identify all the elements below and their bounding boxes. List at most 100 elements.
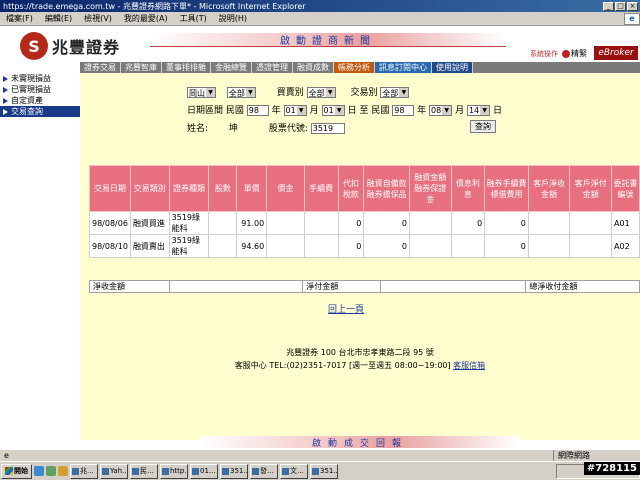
total-net-label: 總淨收付金額 — [529, 282, 578, 291]
brand-logo[interactable]: S 兆豐證券 — [20, 32, 120, 60]
task-button[interactable]: 351... — [220, 463, 248, 479]
home-icon — [562, 49, 570, 58]
cell-margin — [408, 211, 452, 235]
net-pay-value — [381, 281, 527, 292]
status-bar: e 網際網路 — [0, 449, 640, 461]
start-button[interactable]: 開始 — [1, 463, 32, 479]
trade-table: 交易日期 交易類別 證券種類 股數 單價 價金 手續費 代扣稅款 融資自備款融券… — [89, 165, 640, 258]
stock-code-input[interactable]: 3519 — [310, 123, 345, 134]
query-button[interactable]: 查詢 — [470, 120, 496, 133]
ie-logo-icon: e — [624, 12, 640, 25]
window-title-bar: https://trade.emega.com.tw - 兆豐證券網路下單* -… — [0, 0, 640, 12]
menu-file[interactable]: 檔案(F) — [6, 13, 33, 24]
ticket-type-select[interactable]: 全部 — [306, 87, 336, 98]
ebroker-button[interactable]: eBroker — [594, 46, 638, 60]
quick-launch-desktop-icon[interactable] — [46, 466, 56, 476]
cell-amount — [266, 234, 305, 258]
cell-short-fee: 0 — [484, 234, 529, 258]
menu-edit[interactable]: 編輯(E) — [45, 13, 72, 24]
from-day-select[interactable]: 01 — [321, 105, 345, 116]
task-label: 351... — [230, 467, 248, 475]
sidebar-item-unrealized[interactable]: 未實現損益 — [0, 73, 80, 84]
col-self-fund: 融資自備款融券擔保品 — [363, 165, 410, 212]
home-label: 精緊 — [571, 49, 587, 58]
footer-address: 兆豐證券 100 台北市忠孝東路二段 95 號 — [286, 348, 434, 357]
cell-price: 91.00 — [236, 211, 268, 235]
task-button[interactable]: 文... — [280, 463, 308, 479]
quick-launch-ie-icon[interactable] — [34, 466, 44, 476]
nav-securities-trading[interactable]: 證券交易 — [80, 62, 121, 73]
from-month-select[interactable]: 01 — [283, 105, 307, 116]
task-button[interactable]: 兆... — [70, 463, 98, 479]
task-button[interactable]: Yah... — [100, 463, 128, 479]
close-button[interactable]: × — [627, 1, 638, 11]
app-icon — [72, 467, 79, 475]
windows-flag-icon — [5, 467, 13, 475]
footer-service: 客服中心 TEL:(02)2351-7017 [週一至週五 08:00~19:0… — [234, 361, 451, 370]
internet-zone: 網際網路 — [553, 450, 590, 461]
service-mailbox-link[interactable]: 客服信箱 — [453, 361, 485, 370]
sidebar-item-custom-assets[interactable]: 自定資產 — [0, 95, 80, 106]
sidebar-item-trade-query[interactable]: 交易查詢 — [0, 106, 80, 117]
nav-certificate[interactable]: 憑證管理 — [252, 62, 293, 73]
to-year-input[interactable]: 98 — [392, 105, 415, 116]
ticket-type-label: 買賣別 — [276, 88, 304, 98]
news-banner[interactable]: 啟動證商新聞 — [150, 33, 506, 47]
to-month-select[interactable]: 08 — [429, 105, 453, 116]
col-trade-date: 交易日期 — [89, 165, 131, 212]
era-label: 民國 — [225, 106, 244, 116]
menu-view[interactable]: 檢視(V) — [84, 13, 112, 24]
from-year-input[interactable]: 98 — [246, 105, 269, 116]
trade-type-select[interactable]: 全部 — [380, 87, 410, 98]
app-icon — [162, 467, 169, 475]
system-ops-link[interactable]: 系統操作 — [530, 49, 558, 59]
minimize-button[interactable]: _ — [603, 1, 614, 11]
nav-margin-ratio[interactable]: 融資成數 — [293, 62, 334, 73]
back-link[interactable]: 回上一頁 — [328, 302, 364, 315]
nav-subscription-center[interactable]: 訊息訂閱中心 — [375, 62, 432, 73]
quick-launch-media-icon[interactable] — [58, 466, 68, 476]
net-pay-label: 淨付金額 — [303, 281, 381, 292]
nav-think-tank[interactable]: 兆豐智庫 — [121, 62, 162, 73]
menu-tools[interactable]: 工具(T) — [180, 13, 207, 24]
menu-help[interactable]: 說明(H) — [219, 13, 247, 24]
cell-price: 94.60 — [236, 234, 268, 258]
date-range-label: 日期區間 — [187, 106, 224, 116]
window-title: https://trade.emega.com.tw - 兆豐證券網路下單* -… — [3, 1, 306, 11]
sidebar-item-label: 交易查詢 — [11, 107, 43, 116]
status-page-icon: e — [4, 451, 9, 460]
task-label: 文... — [290, 467, 304, 475]
task-label: 民... — [140, 467, 154, 475]
home-link[interactable]: 精緊 — [562, 48, 587, 59]
name-stock-row: 姓名: 坤 股票代號: 3519 — [187, 121, 345, 134]
maximize-button[interactable]: □ — [615, 1, 626, 11]
cell-net-receive — [527, 211, 571, 235]
cell-margin — [408, 234, 452, 258]
cell-fee — [303, 211, 339, 235]
nav-user-guide[interactable]: 使用說明 — [432, 62, 473, 73]
sidebar-item-realized[interactable]: 已實現損益 — [0, 84, 80, 95]
task-button[interactable]: 351... — [310, 463, 338, 479]
arrow-icon — [3, 75, 8, 82]
nav-ranking[interactable]: 董事排排雜 — [162, 62, 211, 73]
main-nav: 證券交易 兆豐智庫 董事排排雜 金融總覽 憑證管理 融資成數 帳務分析 訊息訂閱… — [80, 62, 640, 73]
cell-shares — [208, 211, 238, 235]
task-button[interactable]: 發... — [250, 463, 278, 479]
app-icon — [312, 467, 319, 475]
task-button[interactable]: 民... — [130, 463, 158, 479]
task-button[interactable]: 01... — [190, 463, 218, 479]
trade-report-banner[interactable]: 啟動成交回報 — [200, 436, 520, 449]
stock-label: 股票代號: — [268, 124, 308, 134]
col-price: 單價 — [236, 165, 268, 212]
menu-bar: 檔案(F) 編輯(E) 檢視(V) 我的最愛(A) 工具(T) 說明(H) e — [0, 12, 640, 26]
table-row: 98/08/06 融資買進 3519綠能科 91.00 0 0 0 0 A01 — [89, 211, 640, 235]
nav-finance-overview[interactable]: 金融總覽 — [211, 62, 252, 73]
menu-favorites[interactable]: 我的最愛(A) — [124, 13, 168, 24]
start-label: 開始 — [14, 467, 28, 475]
branch-select[interactable]: 全部 — [226, 87, 256, 98]
nav-account-analysis[interactable]: 帳務分析 — [334, 62, 375, 73]
region-select[interactable]: 岡山 — [187, 87, 216, 98]
task-button[interactable]: http... — [160, 463, 188, 479]
date-range-row: 日期區間 民國 98 年 01 月 01 日 至 民國 98 年 08 月 14… — [187, 103, 502, 116]
to-day-select[interactable]: 14 — [466, 105, 491, 116]
